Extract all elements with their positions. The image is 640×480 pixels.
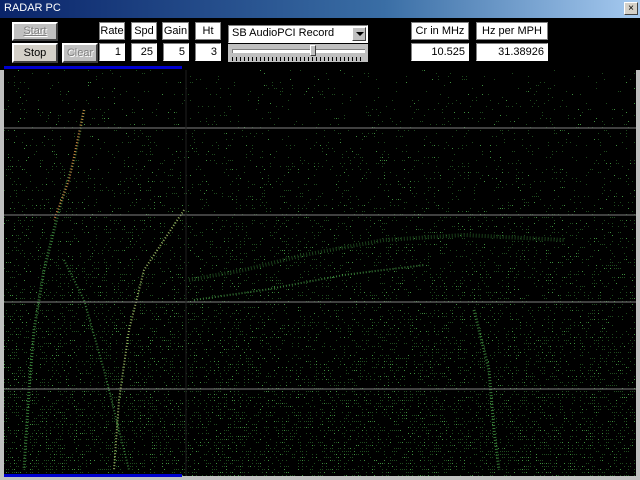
start-button[interactable]: Start [12,22,58,41]
spd-label: Spd [131,22,157,40]
gain-field[interactable]: 5 [163,43,189,61]
ht-label: Ht [195,22,221,40]
window-title: RADAR PC [4,2,61,14]
signal-trace-5 [193,264,425,301]
stop-button[interactable]: Stop [12,43,58,63]
slider-track [232,49,365,53]
hz-per-mph-field[interactable]: 31.38926 [476,43,548,61]
close-button[interactable]: × [624,2,638,15]
stop-label: Stop [23,47,47,59]
audio-source-select[interactable]: SB AudioPCI Record [228,25,368,43]
rate-label: Rate [99,22,125,40]
rate-field[interactable]: 1 [99,43,125,61]
progress-underline [4,66,182,69]
spectrogram-canvas [4,70,636,476]
clear-label: Clear [66,47,94,59]
slider-ticks [232,57,364,61]
slider-handle[interactable] [310,45,317,56]
hz-per-mph-label: Hz per MPH [476,22,548,40]
clear-button[interactable]: Clear [62,43,98,63]
signal-trace-2 [63,259,130,471]
close-icon: × [628,3,634,14]
bottom-underline [4,474,182,477]
start-label: Start [23,25,47,37]
spectrogram-noise [4,70,635,476]
ht-field[interactable]: 3 [195,43,221,61]
title-bar[interactable]: RADAR PC × [0,0,640,18]
spd-field[interactable]: 25 [131,43,157,61]
cr-mhz-field[interactable]: 10.525 [411,43,469,61]
radar-window: RADAR PC × Start Stop Clear Rate 1 Spd 2… [0,0,640,480]
signal-trace-hot [53,109,85,221]
gain-label: Gain [162,22,189,40]
chevron-down-icon[interactable] [352,27,366,41]
spectrogram-display [4,70,636,476]
level-slider[interactable] [228,44,368,62]
cr-mhz-label: Cr in MHz [411,22,469,40]
audio-source-value: SB AudioPCI Record [232,27,335,39]
